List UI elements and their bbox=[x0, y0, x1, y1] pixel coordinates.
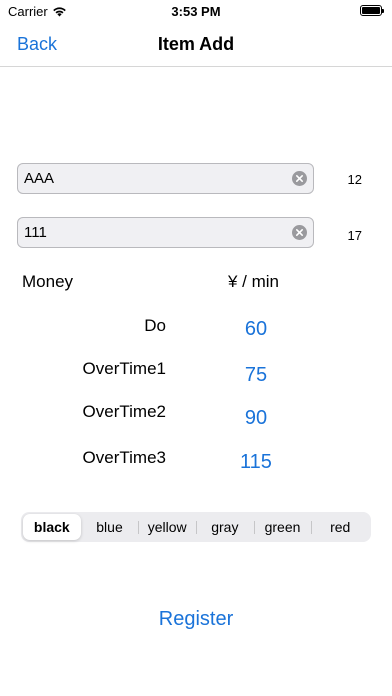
item-name-field[interactable] bbox=[17, 163, 314, 194]
navigation-bar: Back Item Add bbox=[0, 22, 392, 67]
rate-label-overtime2: OverTime2 bbox=[82, 402, 166, 421]
rate-value-do[interactable]: 60 bbox=[200, 318, 312, 341]
color-segmented-control[interactable]: black blue yellow gray green red bbox=[21, 512, 371, 542]
page-title: Item Add bbox=[157, 34, 235, 54]
battery-icon bbox=[360, 5, 384, 16]
item-name-input[interactable] bbox=[24, 164, 284, 193]
register-button[interactable]: Register bbox=[0, 608, 392, 631]
segment-green[interactable]: green bbox=[253, 514, 312, 540]
segment-gray[interactable]: gray bbox=[196, 514, 254, 540]
clear-icon[interactable] bbox=[292, 225, 307, 240]
item-code-input[interactable] bbox=[24, 218, 284, 247]
rate-label-overtime1: OverTime1 bbox=[82, 359, 166, 378]
segment-black[interactable]: black bbox=[23, 514, 81, 540]
item-code-field[interactable] bbox=[17, 217, 314, 248]
status-bar: Carrier 3:53 PM bbox=[0, 0, 392, 22]
clear-icon[interactable] bbox=[292, 171, 307, 186]
rate-value-overtime2[interactable]: 90 bbox=[200, 407, 312, 430]
status-time: 3:53 PM bbox=[171, 4, 221, 19]
segment-red[interactable]: red bbox=[311, 514, 369, 540]
rate-label-overtime3: OverTime3 bbox=[82, 448, 166, 467]
rate-value-overtime1[interactable]: 75 bbox=[200, 364, 312, 387]
segment-yellow[interactable]: yellow bbox=[138, 514, 196, 540]
rate-label-do: Do bbox=[144, 316, 166, 335]
rate-value-overtime3[interactable]: 115 bbox=[200, 451, 312, 474]
unit-label: ¥ / min bbox=[228, 272, 280, 291]
money-label: Money bbox=[22, 272, 74, 291]
segment-blue[interactable]: blue bbox=[81, 514, 139, 540]
item-code-count: 17 bbox=[347, 228, 362, 243]
item-name-count: 12 bbox=[347, 172, 362, 187]
